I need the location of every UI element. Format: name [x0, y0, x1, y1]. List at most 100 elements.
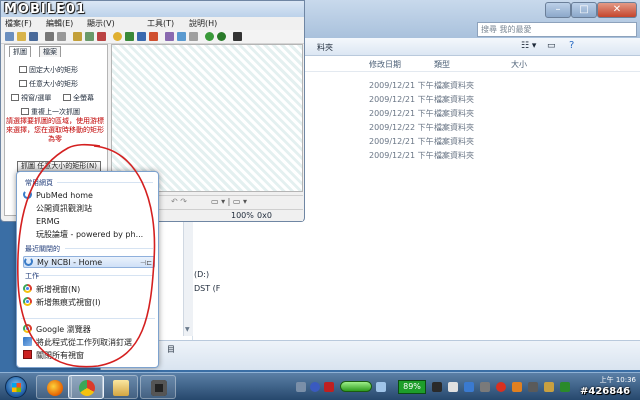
option-window[interactable]: 視窗/選單: [11, 93, 51, 103]
menu-tools[interactable]: 工具(T): [147, 18, 174, 29]
copy-icon[interactable]: [45, 32, 54, 41]
tool-icon[interactable]: [544, 382, 554, 392]
watermark: #426846: [580, 386, 631, 397]
text-icon[interactable]: [165, 32, 174, 41]
preview-pane-icon[interactable]: ▭: [547, 41, 556, 51]
column-size[interactable]: 大小: [511, 59, 527, 70]
share-icon[interactable]: [217, 32, 226, 41]
column-modified[interactable]: 修改日期: [369, 59, 401, 70]
close-button[interactable]: ✕: [597, 2, 637, 18]
go-icon[interactable]: [205, 32, 214, 41]
chrome-jump-list: 常用網頁 PubMed home 公開資訊觀測站 ERMG 玩股論壇 - pow…: [16, 171, 159, 368]
pubmed-icon: [23, 190, 32, 199]
section-frequent: 常用網頁: [25, 179, 53, 187]
menu-view[interactable]: 顯示(V): [87, 18, 115, 29]
update-icon[interactable]: [512, 382, 522, 392]
start-button[interactable]: [5, 376, 27, 398]
new-incognito-window-item[interactable]: 新增無痕式視窗(I): [23, 297, 155, 309]
taskbar-capture-button[interactable]: [140, 375, 176, 399]
speaker-icon[interactable]: [432, 382, 442, 392]
delete-icon[interactable]: [97, 32, 106, 41]
option-free-rect[interactable]: 任意大小的矩形: [19, 79, 78, 89]
status-text: 目: [167, 345, 175, 354]
list-item[interactable]: PubMed home: [23, 190, 155, 202]
frame-icon[interactable]: [189, 32, 198, 41]
folder-icon: [113, 380, 129, 396]
tab-capture[interactable]: 抓圖: [9, 46, 31, 57]
maximize-button[interactable]: □: [571, 2, 597, 18]
app-icon[interactable]: [448, 382, 458, 392]
share-icon[interactable]: [376, 382, 386, 392]
pin-icon[interactable]: ⊣⊏: [140, 257, 152, 267]
help-text: 請選擇要抓圖的區域，使用游標來選擇，您在選取時移動的矩形為零: [6, 117, 104, 143]
list-item[interactable]: 公開資訊觀測站: [23, 203, 155, 215]
taskbar-explorer-button[interactable]: [102, 375, 138, 399]
menu-edit[interactable]: 編輯(E): [46, 18, 73, 29]
chat-icon[interactable]: [464, 382, 474, 392]
color-icon[interactable]: [149, 32, 158, 41]
mobile01-logo: MOBILE01: [4, 2, 86, 17]
paste-icon[interactable]: [57, 32, 66, 41]
clock[interactable]: 上午 10:36: [588, 376, 636, 385]
tab-file[interactable]: 檔案: [39, 46, 61, 57]
firefox-icon: [47, 380, 63, 396]
list-item[interactable]: My NCBI - Home ⊣⊏: [23, 256, 155, 268]
brush-icon[interactable]: [137, 32, 146, 41]
fullscreen-icon: [63, 94, 71, 101]
menu-file[interactable]: 檔案(F): [5, 18, 32, 29]
capture-toolbar: [1, 30, 304, 44]
shape-dropdown-icon[interactable]: ▭ ▾ | ▭ ▾: [211, 197, 247, 206]
undo-icon[interactable]: ↶ ↷: [171, 197, 187, 206]
search-input[interactable]: 搜尋 我的最愛: [477, 22, 637, 37]
taskbar-firefox-button[interactable]: [36, 375, 72, 399]
pen-icon[interactable]: [125, 32, 134, 41]
open-chrome-item[interactable]: Google 瀏覽器: [23, 324, 155, 336]
new-icon[interactable]: [5, 32, 14, 41]
save-icon[interactable]: [29, 32, 38, 41]
rotate-icon[interactable]: [85, 32, 94, 41]
network-icon[interactable]: [296, 382, 306, 392]
minimize-button[interactable]: –: [545, 2, 571, 18]
display-icon[interactable]: [528, 382, 538, 392]
help-icon[interactable]: ?: [569, 40, 574, 51]
menubar: 檔案(F) 編輯(E) 顯示(V) 工具(T) 說明(H): [1, 17, 304, 30]
battery-indicator[interactable]: 89%: [398, 380, 426, 394]
repeat-icon: [21, 108, 29, 115]
list-item[interactable]: ERMG: [23, 216, 155, 228]
menu-help[interactable]: 說明(H): [189, 18, 217, 29]
drive-labels: (D:) DST (F: [194, 270, 221, 293]
green-status-icon[interactable]: [340, 381, 372, 392]
option-fixed-rect[interactable]: 固定大小的矩形: [19, 65, 78, 75]
crop-icon[interactable]: [73, 32, 82, 41]
open-icon[interactable]: [17, 32, 26, 41]
user-icon[interactable]: [480, 382, 490, 392]
flag-icon[interactable]: [324, 382, 334, 392]
zoom-icon[interactable]: [113, 32, 122, 41]
capture-canvas[interactable]: [111, 44, 303, 192]
unpin-item[interactable]: 將此程式從工作列取消釘選: [23, 337, 155, 349]
system-tray: 89%: [292, 376, 592, 398]
ncbi-icon: [24, 257, 33, 266]
scroll-down-icon[interactable]: ▼: [185, 326, 190, 333]
option-repeat[interactable]: 重複上一次抓圖: [21, 107, 80, 117]
taskbar-chrome-button[interactable]: [68, 375, 104, 399]
chrome-icon: [79, 380, 95, 396]
option-fullscreen[interactable]: 全螢幕: [63, 93, 94, 103]
window-icon: [11, 94, 19, 101]
acrobat-icon[interactable]: [496, 382, 506, 392]
section-recent: 最近關閉的: [25, 245, 60, 253]
shape-icon[interactable]: [177, 32, 186, 41]
help-icon[interactable]: [310, 382, 320, 392]
list-item[interactable]: 玩股論壇 - powered by ph...: [23, 229, 155, 241]
antivirus-icon[interactable]: [560, 382, 570, 392]
close-all-windows-item[interactable]: 關閉所有視窗: [23, 350, 155, 362]
new-window-item[interactable]: 新增視窗(N): [23, 284, 155, 296]
column-type[interactable]: 類型: [434, 59, 450, 70]
folder-label: 料夾: [317, 43, 333, 52]
zoom-level: 100%: [231, 211, 254, 220]
camera-icon[interactable]: [233, 32, 242, 41]
camera-icon: [151, 380, 167, 396]
chrome-icon: [23, 324, 32, 333]
view-icon[interactable]: ☷ ▾: [521, 41, 536, 51]
fixed-rect-icon: [19, 66, 27, 73]
